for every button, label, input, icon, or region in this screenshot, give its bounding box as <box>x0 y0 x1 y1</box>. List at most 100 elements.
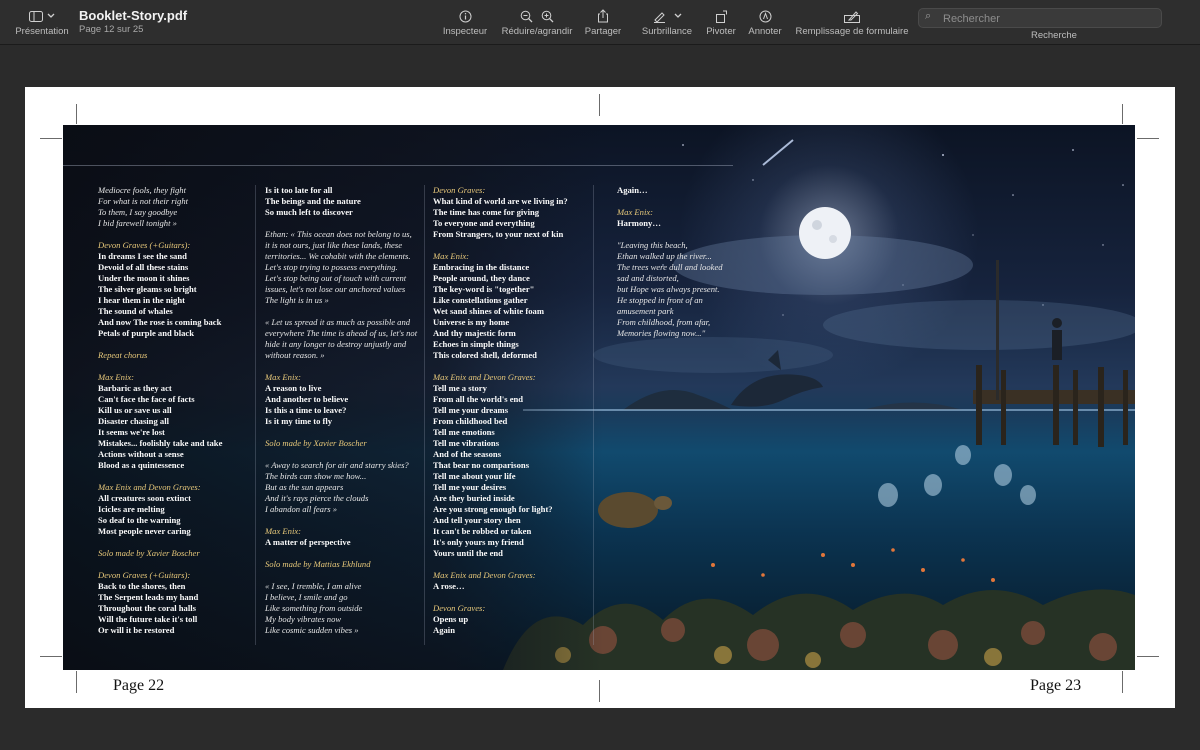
lyric-line: it is not ours, just like these lands, t… <box>265 240 403 250</box>
lyric-line: Devoid of all these stains <box>98 262 189 272</box>
lyric-line: without reason. » <box>265 350 325 360</box>
lyric-line: The beings and the nature <box>265 196 361 206</box>
lyric-line: Kill us or save us all <box>98 405 172 415</box>
search-label: Recherche <box>1031 30 1077 41</box>
lyric-line: « Let us spread it as much as possible a… <box>265 317 411 327</box>
form-fill-icon <box>844 10 860 23</box>
zoom-out-icon <box>520 10 533 22</box>
section-heading: Max Enix and Devon Graves: <box>433 372 536 382</box>
lyric-line: And tell your story then <box>433 515 521 525</box>
lyric-line: I bid farewell tonight » <box>98 218 177 228</box>
lyric-line: Will the future take it's toll <box>98 614 198 624</box>
share-button[interactable]: Partager <box>580 6 626 37</box>
lyric-line: To them, I say goodbye <box>98 207 178 217</box>
page-indicator: Page 12 sur 25 <box>79 24 144 35</box>
lyric-line: Harmony… <box>617 218 661 228</box>
line-spacer <box>433 559 593 570</box>
section-heading: Devon Graves: <box>433 185 486 195</box>
lyric-line: A reason to live <box>265 383 322 393</box>
line-spacer <box>265 361 425 372</box>
lyric-line: Actions without a sense <box>98 449 184 459</box>
lyric-line: And it's rays pierce the clouds <box>265 493 369 503</box>
search-input[interactable] <box>941 10 1155 27</box>
annotate-button[interactable]: Annoter <box>744 6 786 37</box>
line-spacer <box>617 229 777 240</box>
lyric-line: territories... We cohabit with the eleme… <box>265 251 411 261</box>
lyric-line: Barbaric as they act <box>98 383 172 393</box>
lyric-line: everywhere The time is ahead of us, let'… <box>265 328 418 338</box>
form-fill-button[interactable]: Remplissage de formulaire <box>792 6 912 37</box>
lyric-line: My body vibrates now <box>265 614 342 624</box>
section-heading: Solo made by Xavier Boscher <box>98 548 200 558</box>
lyric-line: The trees were dull and looked <box>617 262 723 272</box>
lyric-line: Opens up <box>433 614 469 624</box>
lyric-line: From childhood, from afar, <box>617 317 711 327</box>
lyric-line: « I see, I tremble, I am alive <box>265 581 362 591</box>
lyric-line: Throughout the coral halls <box>98 603 196 613</box>
lyric-line: issues, let's not lose our anchored valu… <box>265 284 406 294</box>
lyric-line: Icicles are melting <box>98 504 165 514</box>
lyric-line: The time has come for giving <box>433 207 540 217</box>
rotate-icon <box>715 10 727 23</box>
lyric-line: Again <box>433 625 455 635</box>
line-spacer <box>265 570 425 581</box>
sidebar-icon <box>29 10 43 22</box>
lyric-line: It can't be robbed or taken <box>433 526 532 536</box>
crop-mark <box>1122 104 1123 124</box>
lyric-line: « Away to search for air and starry skie… <box>265 460 409 470</box>
lyric-line: Blood as a quintessence <box>98 460 185 470</box>
search-field[interactable]: ⌕ <box>918 8 1162 28</box>
lyric-line: All creatures soon extinct <box>98 493 192 503</box>
rotate-label: Pivoter <box>706 26 736 37</box>
section-heading: Max Enix: <box>433 251 470 261</box>
form-fill-label: Remplissage de formulaire <box>795 26 909 37</box>
lyric-line: From childhood bed <box>433 416 508 426</box>
annotate-label: Annoter <box>748 26 782 37</box>
section-heading: Devon Graves (+Guitars): <box>98 240 191 250</box>
lyric-line: Tell me your dreams <box>433 405 509 415</box>
line-spacer <box>617 196 777 207</box>
lyric-line: Let's stop being out of touch with curre… <box>265 273 407 283</box>
section-heading: Solo made by Mattias Ekhlund <box>265 559 371 569</box>
line-spacer <box>98 537 258 548</box>
chevron-down-icon <box>47 13 55 18</box>
lyric-line: Yours until the end <box>433 548 503 558</box>
line-spacer <box>433 592 593 603</box>
lyric-line: A matter of perspective <box>265 537 351 547</box>
share-icon <box>598 9 608 23</box>
view-menu-button[interactable]: Présentation <box>10 6 74 37</box>
zoom-button[interactable]: Réduire/agrandir <box>497 6 577 37</box>
inspector-button[interactable]: Inspecteur <box>438 6 492 37</box>
lyric-line: Tell me about your life <box>433 471 516 481</box>
lyric-line: Ethan walked up the river... <box>617 251 712 261</box>
crop-mark <box>1122 671 1123 693</box>
lyrics-column: Mediocre fools, they fight For what is no… <box>98 185 258 636</box>
lyric-line: The sound of whales <box>98 306 173 316</box>
lyric-line: This colored shell, deformed <box>433 350 537 360</box>
crop-mark <box>1137 138 1159 139</box>
line-spacer <box>265 548 425 559</box>
lyric-line: Universe is my home <box>433 317 510 327</box>
lyric-line: Embracing in the distance <box>433 262 530 272</box>
lyric-line: Under the moon it shines <box>98 273 190 283</box>
lyric-line: What kind of world are we living in? <box>433 196 568 206</box>
lyric-line: Is it too late for all <box>265 185 333 195</box>
lyric-line: Echoes in simple things <box>433 339 519 349</box>
lyric-line: Again… <box>617 185 648 195</box>
lyric-line: Or will it be restored <box>98 625 175 635</box>
inspector-label: Inspecteur <box>442 26 488 37</box>
annotate-icon <box>759 10 771 22</box>
lyric-line: The silver gleams so bright <box>98 284 197 294</box>
highlight-button[interactable]: Surbrillance <box>636 6 698 37</box>
lyric-line: Are you strong enough for light? <box>433 504 553 514</box>
share-label: Partager <box>584 26 622 37</box>
lyric-line: It's only yours my friend <box>433 537 524 547</box>
lyric-line: It seems we're lost <box>98 427 165 437</box>
view-label: Présentation <box>15 26 69 37</box>
column-divider <box>593 185 594 645</box>
lyric-line: And now The rose is coming back <box>98 317 222 327</box>
lyric-line: The light is in us » <box>265 295 329 305</box>
line-spacer <box>98 559 258 570</box>
lyric-line: Mistakes... foolishly take and take <box>98 438 223 448</box>
rotate-button[interactable]: Pivoter <box>702 6 740 37</box>
